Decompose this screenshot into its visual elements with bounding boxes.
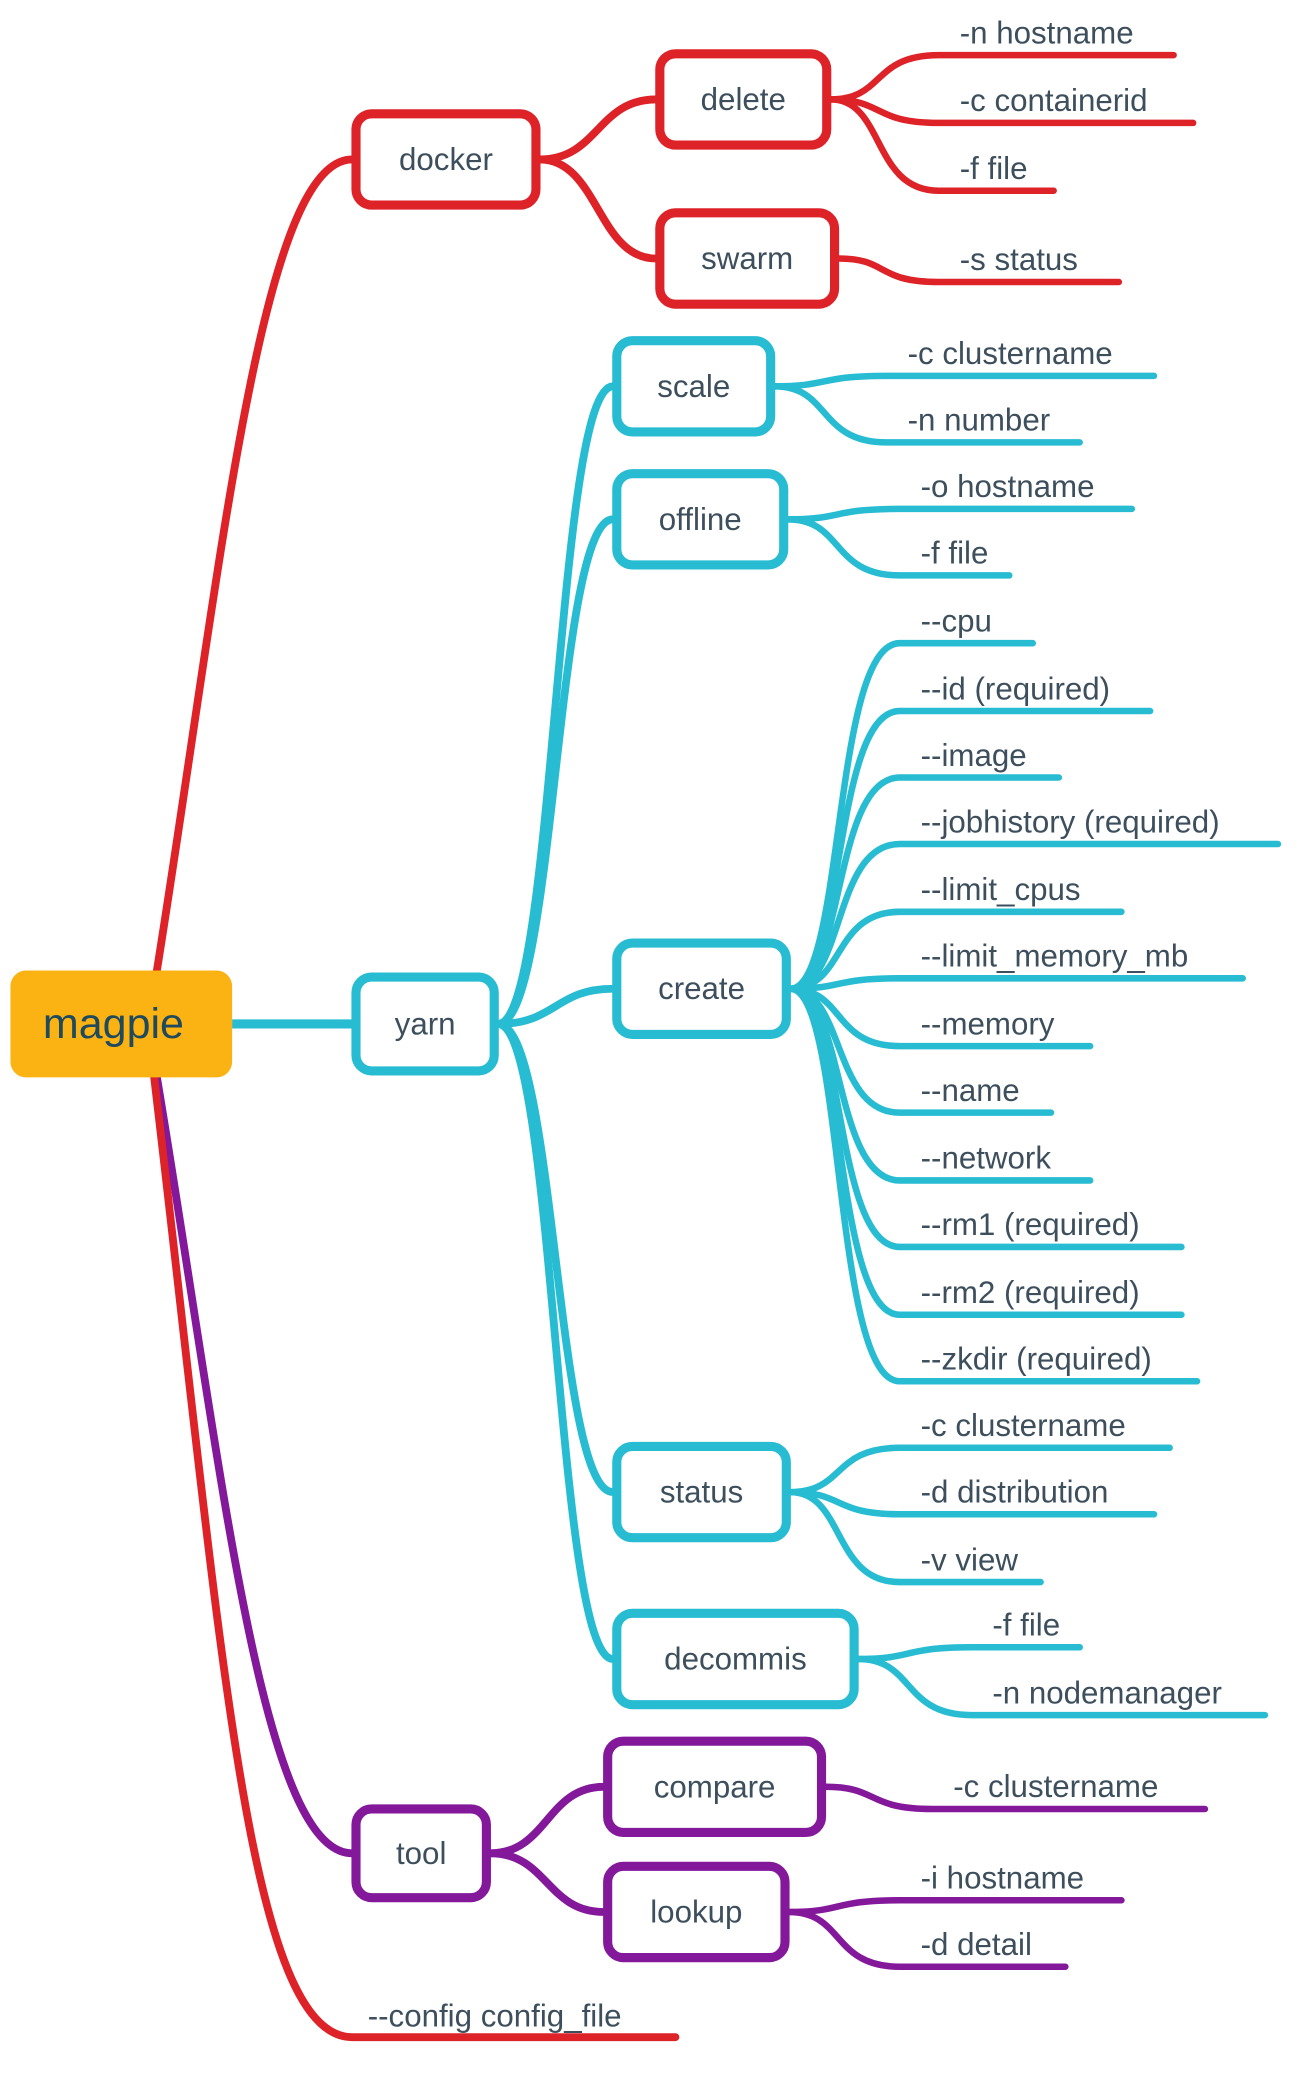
subcommand-lookup-label: lookup <box>650 1894 742 1929</box>
option-label[interactable]: --id (required) <box>921 671 1110 706</box>
nodes: --config config_file -n hostname -c contai… <box>10 15 1222 2034</box>
branch-connector-docker <box>152 155 356 978</box>
command-node-tool[interactable]: tool <box>351 1804 491 1903</box>
option-label[interactable]: -n number <box>908 403 1051 438</box>
sub-connector-compare <box>486 1782 608 1858</box>
option-label[interactable]: --zkdir (required) <box>921 1342 1152 1377</box>
subcommand-node-create[interactable]: create <box>612 938 791 1039</box>
subcommand-status-label: status <box>660 1475 743 1510</box>
option-label[interactable]: --jobhistory (required) <box>921 804 1220 839</box>
sub-connector-swarm <box>535 155 660 263</box>
config-option-label[interactable]: --config config_file <box>368 1999 622 2034</box>
option-line <box>786 975 1246 993</box>
option-label[interactable]: -c containerid <box>960 83 1148 118</box>
option-label[interactable]: --memory <box>921 1006 1055 1041</box>
option-label[interactable]: -c clustername <box>953 1769 1158 1804</box>
option-label[interactable]: -s status <box>960 242 1078 277</box>
option-line <box>854 1644 1083 1663</box>
option-label[interactable]: -i hostname <box>921 1861 1084 1896</box>
subcommand-node-scale[interactable]: scale <box>612 336 776 437</box>
subcommand-node-decommis[interactable]: decommis <box>612 1608 859 1710</box>
option-label[interactable]: --rm2 (required) <box>921 1275 1140 1310</box>
option-label[interactable]: -c clustername <box>921 1408 1126 1443</box>
root-node[interactable]: magpie <box>10 970 233 1078</box>
branch-connector-tool <box>152 1070 356 1858</box>
option-label[interactable]: --network <box>921 1141 1052 1176</box>
option-label[interactable]: -v view <box>921 1542 1019 1577</box>
option-label[interactable]: -d detail <box>921 1927 1032 1962</box>
subcommand-compare-label: compare <box>654 1769 776 1804</box>
option-label[interactable]: -n nodemanager <box>992 1675 1222 1710</box>
option-label[interactable]: -f file <box>960 151 1028 186</box>
sub-connector-offline <box>494 515 617 1028</box>
option-label[interactable]: --name <box>921 1073 1020 1108</box>
sub-connector-lookup <box>486 1849 608 1916</box>
subcommand-decommis-label: decommis <box>664 1642 807 1677</box>
option-line <box>784 505 1136 523</box>
subcommand-swarm-label: swarm <box>701 241 793 276</box>
option-label[interactable]: -n hostname <box>960 15 1134 50</box>
option-label[interactable]: -c clustername <box>908 336 1113 371</box>
option-label[interactable]: --limit_memory_mb <box>921 939 1189 974</box>
command-tool-label: tool <box>396 1836 446 1871</box>
subcommand-node-status[interactable]: status <box>612 1441 791 1543</box>
subcommand-node-compare[interactable]: compare <box>603 1736 827 1838</box>
option-label[interactable]: -f file <box>921 536 989 571</box>
option-label[interactable]: --rm1 (required) <box>921 1207 1140 1242</box>
subcommand-node-lookup[interactable]: lookup <box>603 1861 790 1963</box>
option-line <box>785 1896 1125 1916</box>
subcommand-node-swarm[interactable]: swarm <box>655 208 840 309</box>
subcommand-create-label: create <box>658 971 745 1006</box>
command-docker-label: docker <box>399 142 493 177</box>
subcommand-scale-label: scale <box>657 369 730 404</box>
option-label[interactable]: -f file <box>992 1608 1060 1643</box>
command-yarn-label: yarn <box>395 1006 456 1041</box>
sub-connector-scale <box>494 382 617 1028</box>
option-line <box>771 372 1158 390</box>
subcommand-node-offline[interactable]: offline <box>612 469 789 570</box>
option-label[interactable]: -o hostname <box>921 469 1095 504</box>
option-label[interactable]: --image <box>921 738 1027 773</box>
option-label[interactable]: --limit_cpus <box>921 872 1081 907</box>
subcommand-node-delete[interactable]: delete <box>655 49 832 150</box>
sub-connector-decommis <box>494 1020 617 1663</box>
sub-connector-delete <box>535 95 660 164</box>
option-label[interactable]: -d distribution <box>921 1475 1109 1510</box>
subcommand-delete-label: delete <box>701 82 786 117</box>
subcommand-offline-label: offline <box>659 502 742 537</box>
option-label[interactable]: --cpu <box>921 603 992 638</box>
command-node-yarn[interactable]: yarn <box>351 972 499 1076</box>
sub-connector-status <box>494 1020 617 1497</box>
command-node-docker[interactable]: docker <box>351 109 541 210</box>
mind-map: --config config_file -n hostname -c contai… <box>10 15 1282 2042</box>
root-label: magpie <box>43 1000 184 1048</box>
